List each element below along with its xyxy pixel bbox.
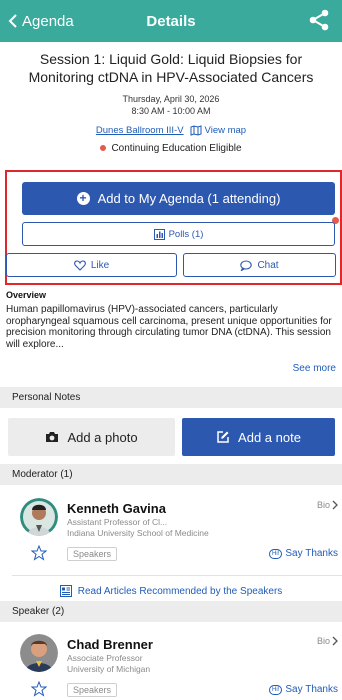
articles-label: Read Articles Recommended by the Speaker… xyxy=(77,585,283,597)
back-label: Agenda xyxy=(22,12,74,30)
ce-label: Continuing Education Eligible xyxy=(111,142,242,154)
bio-label: Bio xyxy=(316,500,330,510)
plus-circle-icon: + xyxy=(76,192,90,205)
moderator-org: Indiana University School of Medicine xyxy=(67,528,209,538)
articles-icon xyxy=(59,585,72,597)
overview-section: Overview Human papillomavirus (HPV)-asso… xyxy=(6,290,338,350)
hi-badge-icon: Hi! xyxy=(269,684,283,695)
view-map-link[interactable]: View map xyxy=(190,125,247,136)
moderator-title: Assistant Professor of Cl... xyxy=(67,517,168,527)
camera-icon xyxy=(46,432,59,442)
like-label: Like xyxy=(90,259,110,271)
say-thanks-label: Say Thanks xyxy=(285,684,338,695)
star-icon[interactable] xyxy=(30,544,48,566)
overview-text: Human papillomavirus (HPV)-associated ca… xyxy=(6,304,332,350)
moderator-bio-link[interactable]: Bio xyxy=(317,500,338,510)
session-title: Session 1: Liquid Gold: Liquid Biopsies … xyxy=(28,51,314,85)
session-date: Thursday, April 30, 2026 xyxy=(122,94,220,104)
poll-chart-icon xyxy=(153,228,165,240)
chat-button[interactable]: Chat xyxy=(183,253,336,277)
speaker-header: Speaker (2) xyxy=(0,601,342,622)
ce-dot-icon xyxy=(100,145,107,151)
add-photo-label: Add a photo xyxy=(67,429,138,445)
divider xyxy=(12,575,342,576)
bio-label: Bio xyxy=(316,636,330,646)
chat-label: Chat xyxy=(257,259,279,271)
add-note-button[interactable]: Add a note xyxy=(182,418,335,456)
add-note-label: Add a note xyxy=(238,429,301,445)
ce-eligible-row: Continuing Education Eligible xyxy=(14,142,328,154)
share-icon[interactable] xyxy=(308,9,330,36)
polls-button[interactable]: Polls (1) xyxy=(22,222,335,246)
chevron-right-icon xyxy=(332,636,338,646)
chat-bubble-icon xyxy=(240,259,253,271)
see-more-link[interactable]: See more xyxy=(293,363,336,374)
chevron-left-icon xyxy=(8,14,17,28)
speaker-org: University of Michigan xyxy=(67,664,151,674)
speakers-tag: Speakers xyxy=(67,547,118,561)
chevron-right-icon xyxy=(332,500,338,510)
polls-label: Polls (1) xyxy=(168,228,204,240)
location-row: Dunes Ballroom III-V View map xyxy=(14,125,328,136)
avatar xyxy=(20,634,58,672)
add-to-agenda-label: Add to My Agenda (1 attending) xyxy=(97,191,281,206)
like-button[interactable]: Like xyxy=(6,253,177,277)
back-button[interactable]: Agenda xyxy=(0,13,74,30)
say-thanks-button[interactable]: Hi! Say Thanks xyxy=(269,548,338,559)
session-time: 8:30 AM - 10:00 AM xyxy=(131,106,211,116)
speaker-bio-link[interactable]: Bio xyxy=(317,636,338,646)
location-link[interactable]: Dunes Ballroom III-V xyxy=(96,125,184,136)
personal-notes-header: Personal Notes xyxy=(0,387,342,408)
speakers-tag: Speakers xyxy=(67,683,118,697)
star-icon[interactable] xyxy=(30,680,48,700)
view-map-label: View map xyxy=(204,125,247,136)
edit-note-icon xyxy=(217,431,229,443)
speaker-name: Chad Brenner xyxy=(67,637,153,652)
moderator-name: Kenneth Gavina xyxy=(67,501,166,516)
map-icon xyxy=(190,125,202,136)
articles-link[interactable]: Read Articles Recommended by the Speaker… xyxy=(0,585,342,597)
avatar xyxy=(20,498,58,536)
session-info: Session 1: Liquid Gold: Liquid Biopsies … xyxy=(0,42,342,154)
say-thanks-label: Say Thanks xyxy=(285,548,338,559)
top-bar: Agenda Details xyxy=(0,0,342,42)
heart-icon xyxy=(73,259,86,271)
speaker-title: Associate Professor xyxy=(67,653,143,663)
hi-badge-icon: Hi! xyxy=(269,548,283,559)
add-photo-button[interactable]: Add a photo xyxy=(8,418,175,456)
say-thanks-button[interactable]: Hi! Say Thanks xyxy=(269,684,338,695)
moderator-header: Moderator (1) xyxy=(0,464,342,485)
moderator-card[interactable]: Kenneth Gavina Assistant Professor of Cl… xyxy=(0,486,342,576)
add-to-agenda-button[interactable]: + Add to My Agenda (1 attending) xyxy=(22,182,335,215)
speaker-card[interactable]: Chad Brenner Associate Professor Univers… xyxy=(0,622,342,700)
overview-heading: Overview xyxy=(6,290,47,300)
